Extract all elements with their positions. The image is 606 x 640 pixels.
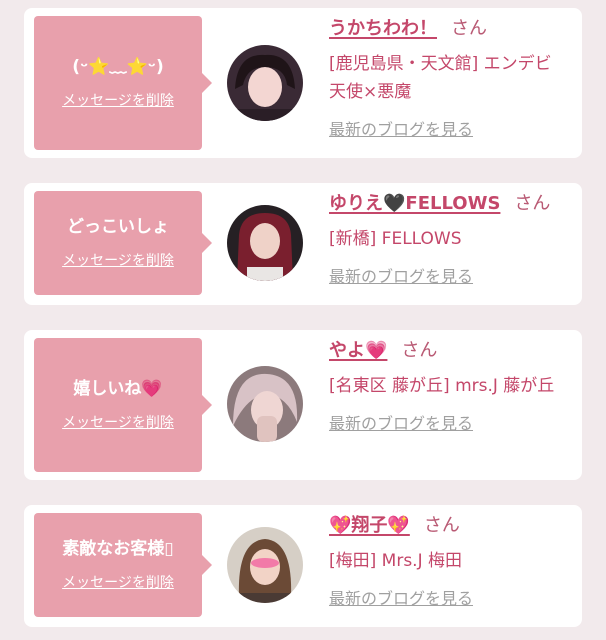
cast-info: うかちわわ！ さん [鹿児島県・天文館] エンデビ 天使×悪魔 最新のブログを見る (329, 16, 574, 140)
message-bubble: どっこいしょ メッセージを削除 (34, 191, 212, 295)
cast-info: やよ💗 さん [名東区 藤が丘] mrs.J 藤が丘 最新のブログを見る (329, 338, 574, 434)
cast-info: 💖翔子💖 さん [梅田] Mrs.J 梅田 最新のブログを見る (329, 513, 574, 609)
cast-name-link[interactable]: うかちわわ！ (329, 18, 437, 39)
name-row: うかちわわ！ さん (329, 16, 574, 42)
message-text: どっこいしょ (67, 217, 169, 237)
message-bubble: (ᵕ⭐﹏⭐ᵕ) メッセージを削除 (34, 16, 212, 150)
avatar[interactable] (227, 45, 303, 121)
honorific: さん (423, 515, 460, 536)
message-bubble: 嬉しいね💗 メッセージを削除 (34, 338, 212, 472)
cast-info: ゆりえ🖤FELLOWS さん [新橋] FELLOWS 最新のブログを見る (329, 191, 574, 287)
favorite-card: 素敵なお客様▯ メッセージを削除 💖翔子💖 さん [梅田] Mrs.J 梅田 最新… (24, 505, 582, 627)
cast-name-link[interactable]: やよ💗 (329, 340, 387, 361)
shop-label: [新橋] FELLOWS (329, 229, 462, 249)
favorite-card: (ᵕ⭐﹏⭐ᵕ) メッセージを削除 うかちわわ！ さん [鹿児島県・天文館] エンデ… (24, 8, 582, 158)
avatar[interactable] (227, 527, 303, 603)
honorific: さん (451, 18, 487, 39)
cast-name-link[interactable]: ゆりえ🖤FELLOWS (329, 193, 500, 214)
name-row: やよ💗 さん (329, 338, 574, 364)
latest-blog-link[interactable]: 最新のブログを見る (329, 410, 473, 434)
honorific: さん (401, 340, 438, 361)
shop-label: [鹿児島県・天文館] エンデビ 天使×悪魔 (329, 54, 569, 102)
avatar[interactable] (227, 205, 303, 281)
message-text: 嬉しいね💗 (73, 379, 163, 399)
honorific: さん (514, 193, 551, 214)
delete-message-link[interactable]: メッセージを削除 (62, 572, 174, 592)
favorite-card: 嬉しいね💗 メッセージを削除 やよ💗 さん [名東区 藤が丘] mrs.J 藤が丘… (24, 330, 582, 480)
shop-label: [梅田] Mrs.J 梅田 (329, 551, 463, 571)
delete-message-link[interactable]: メッセージを削除 (62, 250, 174, 270)
message-text: (ᵕ⭐﹏⭐ᵕ) (72, 57, 164, 77)
latest-blog-link[interactable]: 最新のブログを見る (329, 116, 473, 140)
message-bubble: 素敵なお客様▯ メッセージを削除 (34, 513, 212, 617)
avatar[interactable] (227, 366, 303, 442)
favorite-list: (ᵕ⭐﹏⭐ᵕ) メッセージを削除 うかちわわ！ さん [鹿児島県・天文館] エンデ… (0, 0, 606, 640)
message-text: 素敵なお客様▯ (62, 539, 174, 559)
favorite-card: どっこいしょ メッセージを削除 ゆりえ🖤FELLOWS さん [新橋] FELLO… (24, 183, 582, 305)
shop-label: [名東区 藤が丘] mrs.J 藤が丘 (329, 376, 555, 396)
delete-message-link[interactable]: メッセージを削除 (62, 90, 174, 110)
name-row: ゆりえ🖤FELLOWS さん (329, 191, 574, 217)
latest-blog-link[interactable]: 最新のブログを見る (329, 585, 473, 609)
cast-name-link[interactable]: 💖翔子💖 (329, 515, 410, 536)
name-row: 💖翔子💖 さん (329, 513, 574, 539)
delete-message-link[interactable]: メッセージを削除 (62, 412, 174, 432)
latest-blog-link[interactable]: 最新のブログを見る (329, 263, 473, 287)
